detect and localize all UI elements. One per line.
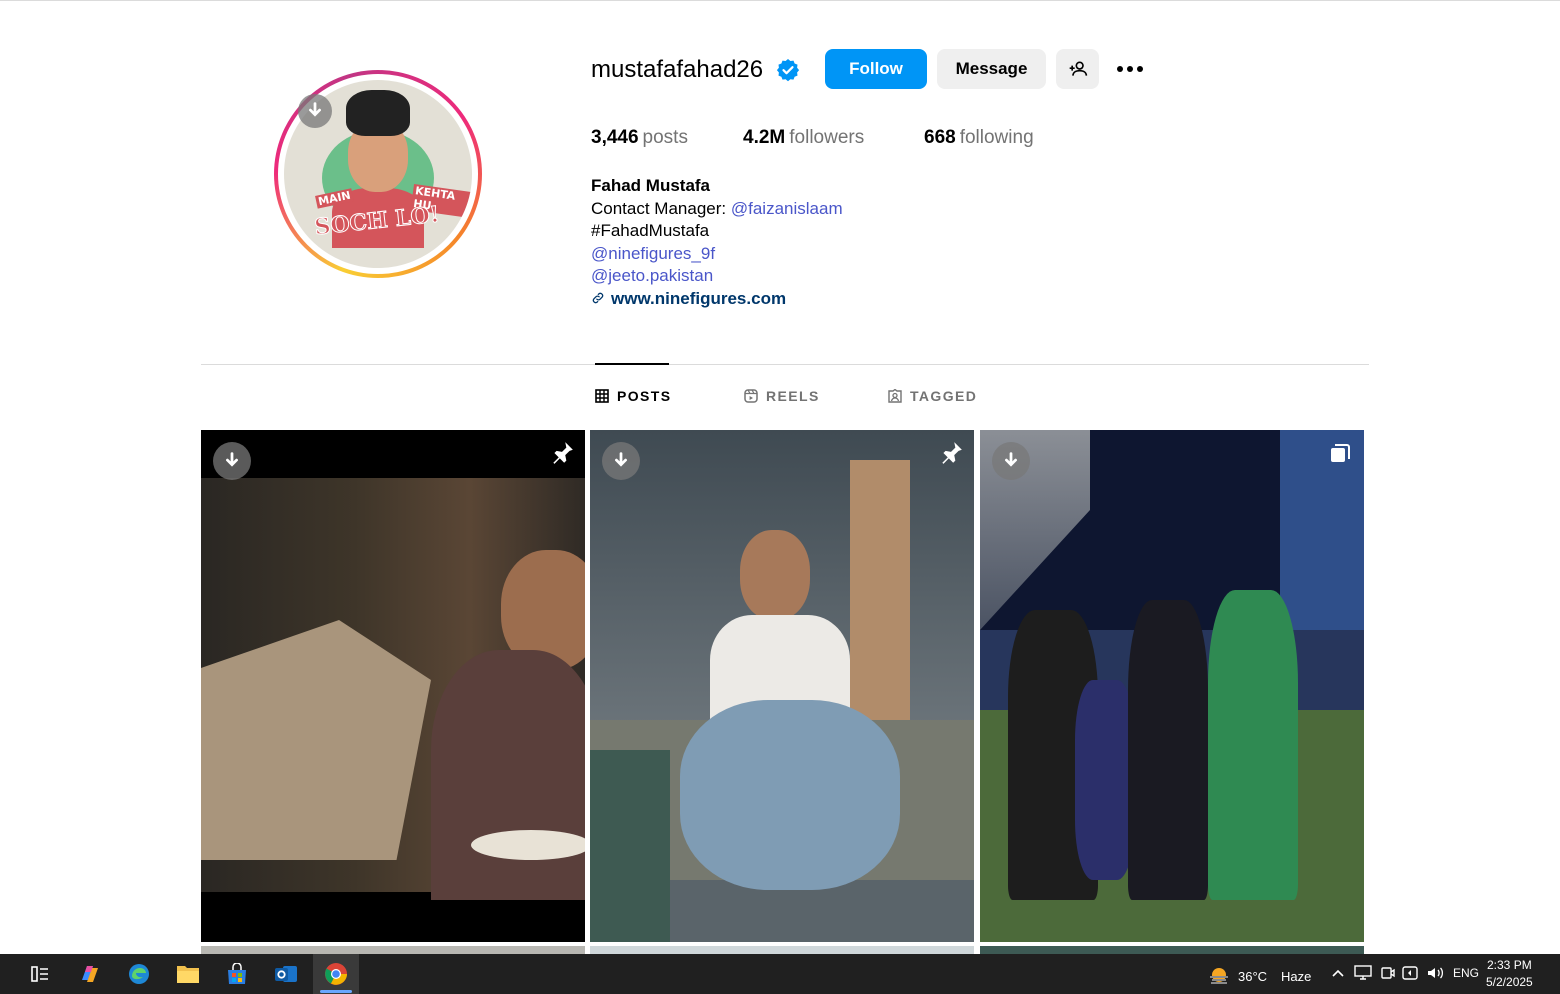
bio-hashtag: #FahadMustafa: [591, 221, 710, 241]
post-thumbnail[interactable]: [980, 946, 1364, 954]
grid-icon: [595, 389, 609, 403]
tab-posts[interactable]: POSTS: [595, 388, 671, 404]
edge-browser-icon[interactable]: [123, 958, 155, 990]
weather-widget[interactable]: 36°C Haze: [1208, 965, 1311, 987]
more-icon: [1117, 66, 1143, 72]
task-view-icon[interactable]: [24, 958, 56, 990]
active-app-indicator: [320, 990, 352, 993]
pinned-icon: [942, 442, 962, 464]
follow-button[interactable]: Follow: [825, 49, 927, 89]
weather-description: Haze: [1281, 968, 1312, 984]
tagged-icon: [888, 389, 902, 403]
suggest-similar-button[interactable]: [1056, 49, 1099, 89]
profile-avatar[interactable]: MAIN KEHTA HU SOCH LO!: [274, 70, 482, 278]
pinned-icon: [553, 442, 573, 464]
file-explorer-icon[interactable]: [172, 958, 204, 990]
language-indicator[interactable]: ENG: [1453, 966, 1479, 980]
chevron-up-icon[interactable]: [1331, 966, 1345, 980]
battery-icon[interactable]: [1402, 965, 1420, 981]
copilot-icon[interactable]: [74, 958, 106, 990]
verified-badge-icon: [776, 59, 800, 82]
download-icon[interactable]: [992, 442, 1030, 480]
volume-icon[interactable]: [1426, 965, 1444, 981]
website-row[interactable]: www.ninefigures.com: [591, 288, 843, 311]
tabs-divider: [201, 364, 1369, 365]
post-thumbnail[interactable]: [980, 430, 1364, 942]
followers-stat[interactable]: 4.2M followers: [743, 126, 864, 150]
reels-icon: [744, 389, 758, 403]
link-icon: [592, 292, 604, 304]
post-thumbnail[interactable]: [201, 430, 585, 942]
haze-sun-icon: [1210, 968, 1228, 984]
active-tab-indicator: [595, 363, 669, 365]
contact-handle-link[interactable]: @faizanislaam: [731, 199, 843, 218]
download-icon[interactable]: [213, 442, 251, 480]
weather-temperature: 36°C: [1238, 968, 1268, 984]
outlook-icon[interactable]: [270, 958, 302, 990]
chrome-browser-icon[interactable]: [320, 958, 352, 990]
add-user-icon: [1069, 61, 1087, 76]
microsoft-store-icon[interactable]: [221, 958, 253, 990]
profile-bio: Fahad Mustafa Contact Manager: @faizanis…: [591, 175, 843, 311]
post-thumbnail[interactable]: [201, 946, 585, 954]
website-link[interactable]: www.ninefigures.com: [611, 289, 786, 308]
profile-full-name: Fahad Mustafa: [591, 176, 711, 195]
profile-username: mustafafahad26: [591, 56, 764, 83]
tab-tagged[interactable]: TAGGED: [888, 388, 977, 404]
meet-now-icon[interactable]: [1380, 965, 1396, 981]
post-thumbnail[interactable]: [590, 430, 974, 942]
download-icon[interactable]: [298, 94, 332, 128]
bio-link-jeeto[interactable]: @jeeto.pakistan: [591, 265, 843, 288]
bio-link-ninefigures[interactable]: @ninefigures_9f: [591, 243, 843, 266]
more-options-button[interactable]: [1110, 49, 1150, 89]
taskbar-clock[interactable]: 2:33 PM 5/2/2025: [1486, 957, 1533, 991]
clock-date: 5/2/2025: [1486, 975, 1533, 989]
posts-stat: 3,446 posts: [591, 127, 688, 148]
clock-time: 2:33 PM: [1487, 958, 1532, 972]
following-stat[interactable]: 668 following: [924, 126, 1034, 150]
contact-line: Contact Manager: @faizanislaam: [591, 198, 843, 218]
download-icon[interactable]: [602, 442, 640, 480]
message-button[interactable]: Message: [937, 49, 1046, 89]
network-icon[interactable]: [1354, 965, 1372, 981]
carousel-icon: [1331, 444, 1350, 462]
tab-reels[interactable]: REELS: [744, 388, 820, 404]
post-thumbnail[interactable]: [590, 946, 974, 954]
top-border: [0, 0, 1560, 1]
